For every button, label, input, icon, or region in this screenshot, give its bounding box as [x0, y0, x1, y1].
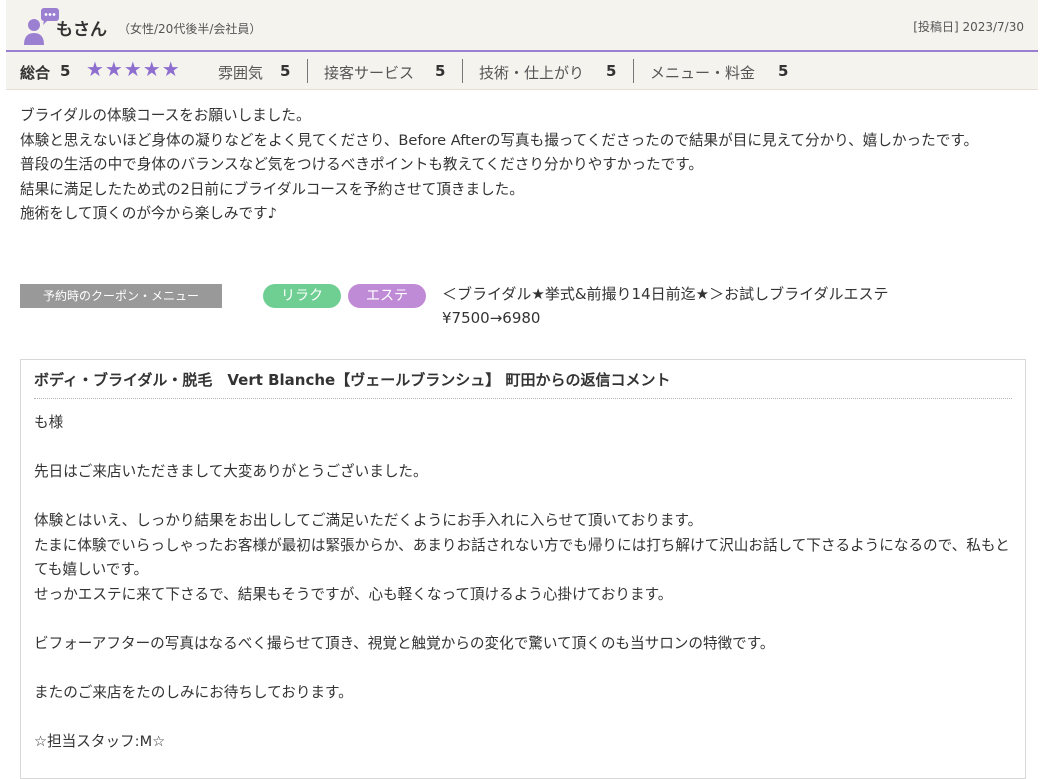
review-header: もさん （女性/20代後半/会社員） [投稿日] 2023/7/30 — [6, 0, 1038, 52]
reply-line: 先日はご来店いただきまして大変ありがとうございました。 — [34, 463, 428, 480]
reply-spacer — [34, 485, 1014, 510]
coupon-title-link[interactable]: ＜ブライダル★挙式&前撮り14日前迄★＞お試しブライダルエステ — [442, 283, 888, 304]
reply-spacer — [34, 607, 1014, 632]
rating-score-menu-price: 5 — [778, 62, 789, 80]
rating-score-technique: 5 — [606, 62, 617, 80]
ratings-row: 総合 5 ★★★★★ 雰囲気 5 接客サービス 5 技術・仕上がり 5 メニュー… — [6, 52, 1038, 90]
posted-date: [投稿日] 2023/7/30 — [913, 20, 1024, 34]
review-text: ブライダルの体験コースをお願いしました。 体験と思えないほど身体の凝りなどをよく… — [20, 104, 1025, 227]
rating-label-technique: 技術・仕上がり — [479, 64, 585, 82]
reply-line: せっかエステに来て下さるで、結果もそうですが、心も軽くなって頂けるよう心掛けてお… — [34, 585, 673, 603]
coupon-label: 予約時のクーポン・メニュー — [20, 284, 222, 308]
reply-title: ボディ・ブライダル・脱毛 Vert Blanche【ヴェールブランシュ】 町田か… — [34, 371, 671, 389]
reviewer-meta: （女性/20代後半/会社員） — [118, 22, 262, 36]
reply-line: たまに体験でいらっしゃったお客様が最初は緊張からか、あまりお話されない方でも帰り… — [34, 536, 1010, 579]
salon-reply: ボディ・ブライダル・脱毛 Vert Blanche【ヴェールブランシュ】 町田か… — [20, 359, 1026, 779]
reply-spacer — [34, 436, 1014, 461]
reply-line: も様 — [34, 414, 64, 431]
rating-label-menu-price: メニュー・料金 — [650, 64, 756, 82]
review-card: もさん （女性/20代後半/会社員） [投稿日] 2023/7/30 総合 5 … — [0, 0, 1044, 779]
reply-line: 体験とはいえ、しっかり結果をお出ししてご満足いただくようにお手入れに入らせて頂い… — [34, 512, 703, 529]
rating-divider — [462, 59, 463, 83]
reply-text: も様 先日はご来店いただきまして大変ありがとうございました。 体験とはいえ、しっ… — [34, 411, 1014, 754]
review-line: 普段の生活の中で身体のバランスなど気をつけるべきポイントも教えてくださり分かりや… — [20, 156, 703, 173]
reply-spacer — [34, 705, 1014, 730]
reply-line: ビフォーアフターの写真はなるべく撮らせて頂き、視覚と触覚からの変化で驚いて頂くの… — [34, 634, 775, 652]
coupon-price: ¥7500→6980 — [442, 309, 541, 327]
review-line: ブライダルの体験コースをお願いしました。 — [20, 107, 311, 124]
review-line: 結果に満足したため式の2日前にブライダルコースを予約させて頂きました。 — [20, 180, 524, 198]
reply-line: またのご来店をたのしみにお待ちしております。 — [34, 683, 353, 701]
reply-divider — [34, 398, 1012, 399]
rating-score-service: 5 — [435, 62, 446, 80]
rating-label-atmosphere: 雰囲気 — [218, 64, 264, 82]
reply-spacer — [34, 656, 1014, 681]
rating-score-atmosphere: 5 — [280, 62, 291, 80]
overall-label: 総合 — [20, 64, 51, 82]
review-line: 体験と思えないほど身体の凝りなどをよく見てくださり、Before Afterの写… — [20, 131, 979, 149]
overall-score: 5 — [60, 62, 71, 80]
review-line: 施術をして頂くのが今から楽しみです♪ — [20, 205, 277, 222]
reply-line: ☆担当スタッフ:M☆ — [34, 732, 166, 750]
tag-este: エステ — [348, 284, 426, 308]
rating-divider — [633, 59, 634, 83]
rating-divider — [307, 59, 308, 83]
rating-label-service: 接客サービス — [324, 64, 415, 82]
reviewer-name: もさん — [56, 20, 107, 40]
tag-relax: リラク — [263, 284, 341, 308]
star-rating: ★★★★★ — [86, 57, 181, 81]
